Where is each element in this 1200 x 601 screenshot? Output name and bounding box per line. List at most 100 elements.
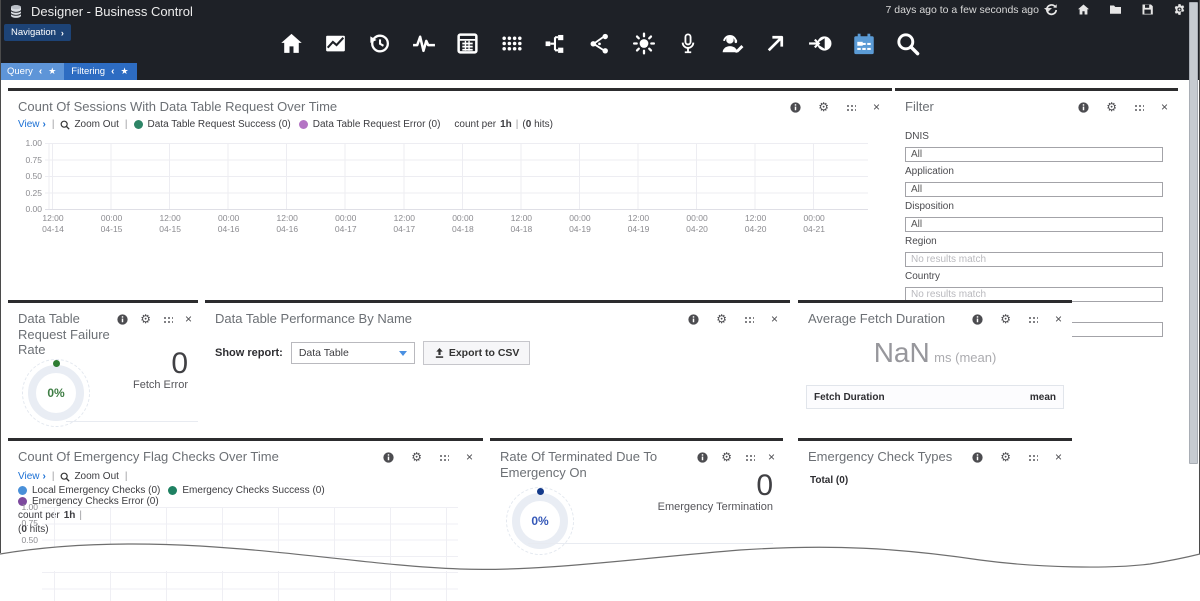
info-icon[interactable] <box>383 452 394 463</box>
x-tick: 12:0004-17 <box>393 213 415 235</box>
pulse-icon[interactable] <box>410 30 437 57</box>
info-icon[interactable] <box>790 102 801 113</box>
arrow-up-right-icon[interactable] <box>762 30 789 57</box>
data-table-icon[interactable] <box>454 30 481 57</box>
export-icon <box>434 347 445 359</box>
y-tick: 1.00 <box>8 138 42 148</box>
tab-label: Filtering <box>71 66 105 77</box>
info-icon[interactable] <box>688 314 699 325</box>
export-csv-button[interactable]: Export to CSV <box>423 341 531 365</box>
close-icon[interactable]: × <box>768 451 775 463</box>
share-nodes-icon[interactable] <box>586 30 613 57</box>
drag-handle-icon[interactable] <box>846 104 856 111</box>
gear-icon[interactable]: ⚙ <box>140 313 151 325</box>
gear-icon[interactable]: ⚙ <box>411 451 422 463</box>
gear-icon[interactable]: ⚙ <box>1000 313 1011 325</box>
close-icon[interactable]: × <box>1161 101 1168 113</box>
drag-handle-icon[interactable] <box>163 316 173 323</box>
filter-input-dnis[interactable] <box>905 147 1163 162</box>
home-icon[interactable] <box>1077 3 1090 16</box>
sessions-x-axis: 12:0004-1400:0004-1512:0004-1500:0004-16… <box>45 213 868 237</box>
total-label: Total (0) <box>810 475 848 486</box>
gear-icon[interactable]: ⚙ <box>1106 101 1117 113</box>
drag-handle-icon[interactable] <box>1028 316 1038 323</box>
info-icon[interactable] <box>972 452 983 463</box>
close-icon[interactable]: × <box>771 313 778 325</box>
filter-input-disposition[interactable] <box>905 217 1163 232</box>
info-icon[interactable] <box>972 314 983 325</box>
microphone-icon[interactable] <box>674 30 701 57</box>
drag-handle-icon[interactable] <box>744 316 754 323</box>
apps-grid-icon[interactable] <box>498 30 525 57</box>
x-tick: 00:0004-21 <box>803 213 825 235</box>
x-tick: 12:0004-18 <box>511 213 533 235</box>
show-report-label: Show report: <box>215 347 283 359</box>
search-icon[interactable] <box>894 30 921 57</box>
history-icon[interactable] <box>366 30 393 57</box>
settings-icon[interactable] <box>1173 3 1186 16</box>
tab-label: Query <box>7 66 33 77</box>
brightness-icon[interactable] <box>630 30 657 57</box>
metric-value: NaN <box>874 337 930 368</box>
home-icon[interactable] <box>278 30 305 57</box>
info-icon[interactable] <box>697 452 708 463</box>
panel-title: Emergency Check Types <box>808 449 952 464</box>
close-icon[interactable]: × <box>1055 451 1062 463</box>
info-icon[interactable] <box>117 314 128 325</box>
info-icon[interactable] <box>1078 102 1089 113</box>
y-tick: 1.00 <box>8 502 38 512</box>
legend-item[interactable]: Local Emergency Checks (0) <box>18 485 160 496</box>
metric-table-header: Fetch Duration mean <box>806 385 1064 409</box>
drag-handle-icon[interactable] <box>439 454 449 461</box>
chevron-left-icon[interactable]: ‹ <box>39 66 42 77</box>
panel-title: Rate Of Terminated Due To Emergency On <box>500 449 705 482</box>
drag-handle-icon[interactable] <box>1134 104 1144 111</box>
flowchart-icon[interactable] <box>542 30 569 57</box>
x-tick: 12:0004-19 <box>628 213 650 235</box>
legend-item[interactable]: Data Table Request Error (0) <box>299 119 441 130</box>
filter-input-region[interactable] <box>905 252 1163 267</box>
zoom-out-button[interactable]: Zoom Out <box>60 471 118 482</box>
x-tick: 12:0004-16 <box>276 213 298 235</box>
close-icon[interactable]: × <box>466 451 473 463</box>
sign-in-icon[interactable] <box>806 30 833 57</box>
save-icon[interactable] <box>1141 3 1154 16</box>
gear-icon[interactable]: ⚙ <box>1000 451 1011 463</box>
gear-icon[interactable]: ⚙ <box>818 101 829 113</box>
close-icon[interactable]: × <box>873 101 880 113</box>
legend-item[interactable]: Data Table Request Success (0) <box>134 119 291 130</box>
legend-item[interactable]: Emergency Checks Error (0) <box>18 496 159 507</box>
report-select[interactable]: Data Table <box>291 342 415 364</box>
tab-filtering[interactable]: Filtering ‹ ★ <box>64 63 136 80</box>
vertical-scrollbar[interactable] <box>1189 2 1198 464</box>
tab-query[interactable]: Query ‹ ★ <box>0 63 64 80</box>
close-icon[interactable]: × <box>185 313 192 325</box>
folder-icon[interactable] <box>1109 3 1122 16</box>
panel-title: Average Fetch Duration <box>808 311 945 326</box>
x-tick: 12:0004-20 <box>745 213 767 235</box>
close-icon[interactable]: × <box>1055 313 1062 325</box>
torn-edge-wave <box>0 540 1200 571</box>
drag-handle-icon[interactable] <box>1028 454 1038 461</box>
panel-check-types: Emergency Check Types ⚙ × Total (0) <box>798 438 1072 551</box>
gear-icon[interactable]: ⚙ <box>721 451 732 463</box>
refresh-icon[interactable] <box>1045 3 1058 16</box>
page-title: Designer - Business Control <box>31 4 193 19</box>
drag-handle-icon[interactable] <box>745 454 755 461</box>
legend-label: Emergency Checks Error (0) <box>32 496 159 507</box>
filter-field-label: Application <box>905 166 1163 177</box>
filter-input-application[interactable] <box>905 182 1163 197</box>
chevron-left-icon[interactable]: ‹ <box>111 66 114 77</box>
area-chart-icon[interactable] <box>322 30 349 57</box>
legend-item[interactable]: Emergency Checks Success (0) <box>168 485 324 496</box>
calendar-icon[interactable] <box>850 30 877 57</box>
zoom-out-button[interactable]: Zoom Out <box>60 119 118 130</box>
emergency-legend-series: Local Emergency Checks (0)Emergency Chec… <box>18 485 473 507</box>
time-range-picker[interactable]: 7 days ago to a few seconds ago <box>885 4 1052 16</box>
star-icon[interactable]: ★ <box>120 66 128 77</box>
time-range-label: 7 days ago to a few seconds ago <box>885 4 1039 16</box>
navigation-button[interactable]: Navigation › <box>4 24 71 41</box>
gear-icon[interactable]: ⚙ <box>716 313 727 325</box>
agent-edit-icon[interactable] <box>718 30 745 57</box>
star-icon[interactable]: ★ <box>48 66 56 77</box>
